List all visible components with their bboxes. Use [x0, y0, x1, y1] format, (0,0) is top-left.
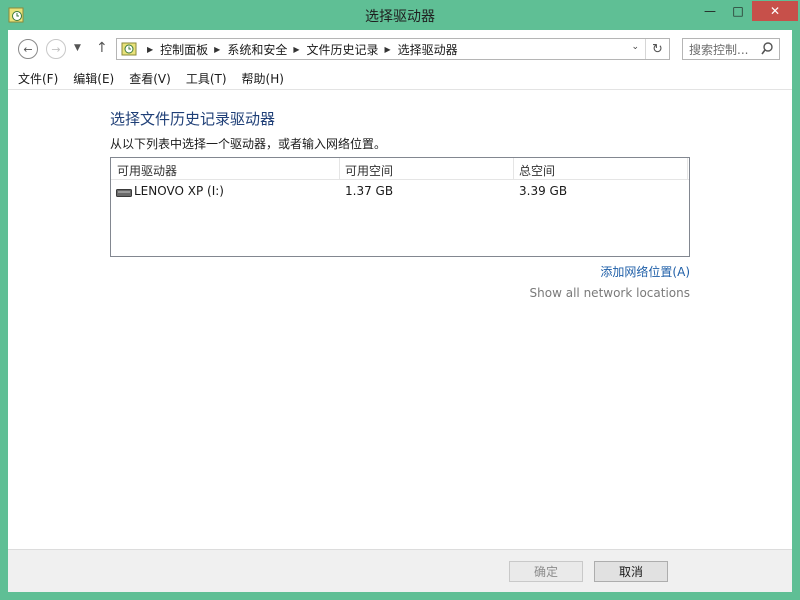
breadcrumb-separator-icon[interactable]: ▶ — [214, 45, 220, 54]
page-title: 选择文件历史记录驱动器 — [110, 110, 276, 128]
search-icon[interactable] — [761, 42, 773, 56]
breadcrumb-item[interactable]: 选择驱动器 — [398, 41, 458, 58]
address-bar[interactable]: ▶ 控制面板 ▶ 系统和安全 ▶ 文件历史记录 ▶ 选择驱动器 ⌄ ↻ — [116, 38, 670, 60]
breadcrumb-item[interactable]: 系统和安全 — [227, 41, 287, 58]
menu-view[interactable]: 查看(V) — [129, 70, 171, 87]
maximize-button[interactable]: □ — [724, 1, 752, 21]
cancel-button[interactable]: 取消 — [594, 561, 668, 582]
forward-button[interactable]: → — [46, 39, 66, 59]
page-description: 从以下列表中选择一个驱动器，或者输入网络位置。 — [110, 137, 387, 151]
column-header-total-space[interactable]: 总空间 — [519, 162, 555, 179]
search-placeholder: 搜索控制... — [689, 42, 749, 57]
client-area: ← → ▼ ↑ ▶ 控制面板 ▶ 系统和安全 ▶ 文件历史记录 ▶ 选择驱动器 … — [8, 30, 792, 592]
window-title: 选择驱动器 — [365, 9, 435, 25]
menu-file[interactable]: 文件(F) — [18, 70, 58, 87]
drive-list[interactable]: 可用驱动器 可用空间 总空间 LENOVO XP (I:) 1.37 GB 3.… — [110, 157, 690, 257]
minimize-button[interactable]: — — [696, 1, 724, 21]
drive-row[interactable]: LENOVO XP (I:) 1.37 GB 3.39 GB — [111, 181, 689, 201]
search-box[interactable]: 搜索控制... — [682, 38, 780, 60]
navigation-bar: ← → ▼ ↑ ▶ 控制面板 ▶ 系统和安全 ▶ 文件历史记录 ▶ 选择驱动器 … — [8, 30, 792, 68]
ok-button[interactable]: 确定 — [509, 561, 583, 582]
show-all-network-locations-link[interactable]: Show all network locations — [530, 286, 690, 300]
add-network-location-link[interactable]: 添加网络位置(A) — [600, 263, 690, 280]
drive-name: LENOVO XP (I:) — [134, 184, 224, 198]
usb-drive-icon — [116, 189, 132, 197]
close-button[interactable]: ✕ — [752, 1, 798, 21]
refresh-button[interactable]: ↻ — [645, 39, 669, 59]
chevron-down-icon: ▼ — [74, 43, 81, 53]
arrow-right-icon: → — [51, 42, 61, 56]
column-header-free-space[interactable]: 可用空间 — [345, 162, 393, 179]
breadcrumb-separator-icon[interactable]: ▶ — [385, 45, 391, 54]
list-header: 可用驱动器 可用空间 总空间 — [111, 158, 689, 180]
address-dropdown-icon[interactable]: ⌄ — [631, 42, 639, 52]
up-button[interactable]: ↑ — [96, 40, 108, 56]
breadcrumb-item[interactable]: 控制面板 — [160, 41, 208, 58]
drive-total-space: 3.39 GB — [519, 184, 568, 198]
menu-tools[interactable]: 工具(T) — [186, 70, 227, 87]
drive-free-space: 1.37 GB — [345, 184, 394, 198]
column-header-drive[interactable]: 可用驱动器 — [117, 162, 177, 179]
recent-locations-button[interactable]: ▼ — [74, 43, 81, 53]
breadcrumb-separator-icon[interactable]: ▶ — [147, 45, 153, 54]
arrow-up-icon: ↑ — [96, 40, 108, 56]
title-bar[interactable]: 选择驱动器 — □ ✕ — [0, 0, 800, 30]
breadcrumb-item[interactable]: 文件历史记录 — [307, 41, 379, 58]
refresh-icon: ↻ — [652, 41, 663, 57]
breadcrumb-separator-icon[interactable]: ▶ — [293, 45, 299, 54]
column-divider[interactable] — [687, 158, 688, 180]
column-divider[interactable] — [513, 158, 514, 180]
column-divider[interactable] — [339, 158, 340, 180]
button-bar: 确定 取消 — [8, 549, 792, 592]
menu-bar: 文件(F) 编辑(E) 查看(V) 工具(T) 帮助(H) — [8, 68, 792, 90]
menu-help[interactable]: 帮助(H) — [242, 70, 284, 87]
menu-edit[interactable]: 编辑(E) — [73, 70, 114, 87]
arrow-left-icon: ← — [23, 42, 33, 56]
window-frame: 选择驱动器 — □ ✕ ← → ▼ ↑ ▶ 控制面板 ▶ 系统和安全 ▶ 文件历… — [0, 0, 800, 600]
control-panel-icon — [121, 42, 137, 56]
back-button[interactable]: ← — [18, 39, 38, 59]
